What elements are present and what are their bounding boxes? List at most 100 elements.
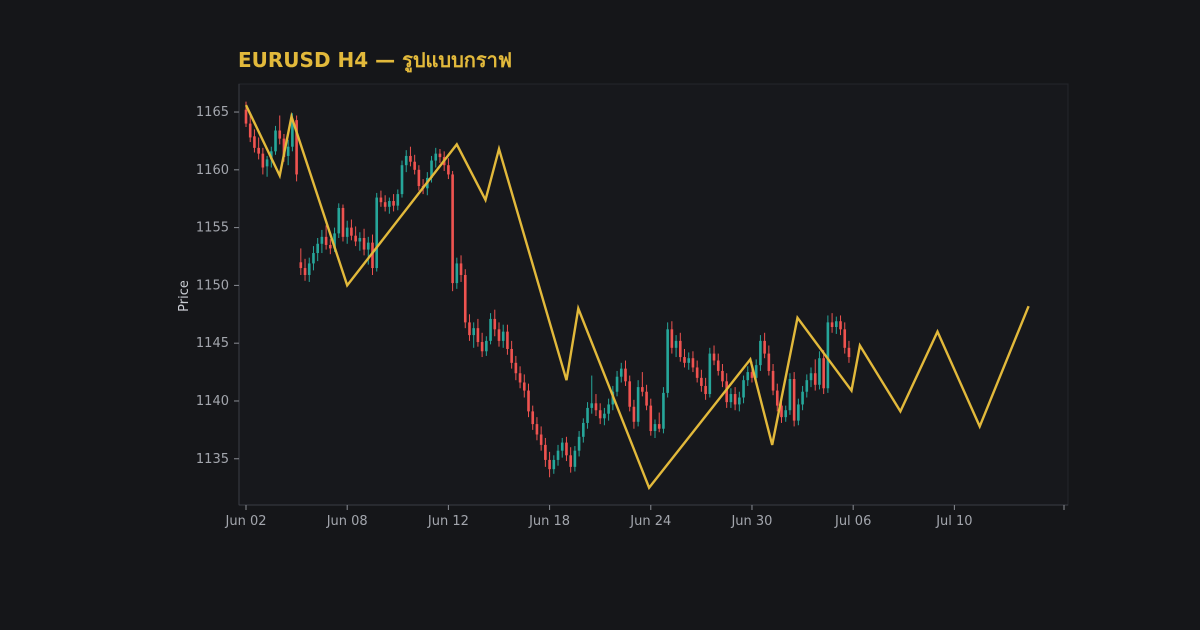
y-tick-label: 1165	[196, 105, 229, 120]
candle-body	[345, 227, 349, 237]
candle-body	[670, 329, 674, 348]
candle-body	[375, 197, 379, 269]
candle-body	[565, 442, 568, 456]
candle-body	[539, 434, 543, 445]
candle-body	[818, 358, 821, 385]
candle-body	[506, 331, 509, 349]
candle	[400, 160, 404, 198]
candle	[792, 372, 796, 427]
candle-body	[286, 146, 290, 156]
candle-body	[510, 348, 513, 363]
candle-body	[350, 227, 353, 236]
candle-body	[560, 442, 564, 451]
candle-body	[316, 243, 319, 254]
y-axis: 1135 1140 1145 1150 1155 1160 1165	[196, 84, 240, 505]
candle-body	[704, 385, 707, 395]
candle-body	[535, 424, 539, 435]
candle	[708, 347, 712, 398]
candle-body	[493, 318, 497, 330]
candle-body	[695, 367, 699, 378]
candle-body	[700, 377, 703, 386]
candle-body	[413, 161, 416, 170]
candle-body	[257, 147, 260, 154]
candle-body	[522, 382, 526, 391]
candle-body	[518, 373, 522, 383]
candle-body	[514, 362, 518, 374]
candle-body	[244, 109, 248, 124]
candle-body	[712, 353, 716, 361]
candle-body	[358, 238, 362, 242]
candle-body	[788, 379, 792, 411]
candle-body	[801, 391, 804, 405]
candle-body	[598, 410, 602, 419]
candle-body	[383, 202, 387, 207]
y-axis-title: Price	[177, 280, 192, 312]
candle-body	[826, 322, 830, 389]
x-axis: Jun 02 Jun 08 Jun 12 Jun 18 Jun 24 Jun 30 Jul …	[225, 504, 1068, 529]
candle-body	[379, 197, 383, 203]
candle-body	[809, 373, 813, 381]
candle-body	[354, 235, 357, 242]
candle-body	[366, 242, 370, 250]
candle-body	[307, 263, 311, 275]
candle	[662, 387, 665, 434]
candle-body	[253, 136, 256, 148]
candle-body	[636, 387, 640, 422]
candle-body	[847, 347, 851, 358]
candle-body	[447, 165, 450, 175]
candle-body	[607, 404, 610, 414]
candle-body	[653, 424, 657, 432]
candle	[337, 203, 341, 239]
x-tick-label: Jul 06	[834, 514, 871, 529]
y-tick-label: 1150	[196, 278, 229, 293]
candle-body	[721, 370, 724, 382]
candle-body	[742, 380, 745, 398]
candle-body	[556, 450, 560, 460]
candle-body	[733, 394, 737, 405]
candle-body	[767, 353, 771, 371]
candle-body	[839, 321, 842, 330]
candle-body	[392, 201, 395, 206]
candle-body	[337, 207, 341, 234]
x-tick-label: Jun 18	[528, 514, 570, 529]
candle-body	[830, 322, 834, 328]
candle-body	[573, 450, 577, 467]
candle-body	[759, 340, 762, 366]
candle-body	[472, 328, 475, 336]
candle-body	[274, 130, 277, 152]
candle-body	[586, 407, 589, 423]
candle-body	[409, 155, 412, 162]
candle	[341, 204, 345, 242]
candle	[295, 115, 298, 182]
y-tick-label: 1140	[196, 394, 229, 409]
candlestick-chart: 1135114011451150115511601165 Jun 02 Jun 0…	[177, 83, 1069, 529]
candle-body	[805, 380, 809, 392]
candle-body	[797, 404, 800, 421]
x-tick-label: Jun 02	[225, 514, 267, 529]
candle	[636, 380, 640, 427]
candle-body	[438, 153, 442, 158]
candle-body	[329, 244, 332, 249]
candle-body	[417, 169, 421, 186]
candle-body	[324, 236, 328, 245]
candle-body	[763, 340, 766, 354]
candle-body	[299, 262, 303, 269]
candle-body	[527, 390, 530, 412]
candle	[451, 170, 454, 292]
candle-body	[265, 159, 269, 167]
candle-body	[683, 357, 686, 363]
candle-body	[459, 263, 463, 275]
candle-body	[489, 318, 492, 341]
candle-body	[645, 391, 648, 406]
candle-body	[312, 253, 315, 264]
y-tick-label: 1145	[196, 336, 229, 351]
candle-body	[678, 340, 682, 358]
candle-body	[396, 194, 400, 206]
x-tick-label: Jul 10	[935, 514, 972, 529]
candle-body	[548, 459, 551, 470]
candle-body	[632, 406, 636, 422]
x-tick-label: Jun 12	[427, 514, 469, 529]
candle-body	[501, 331, 505, 341]
candle-body	[451, 174, 454, 284]
candle	[788, 373, 792, 415]
